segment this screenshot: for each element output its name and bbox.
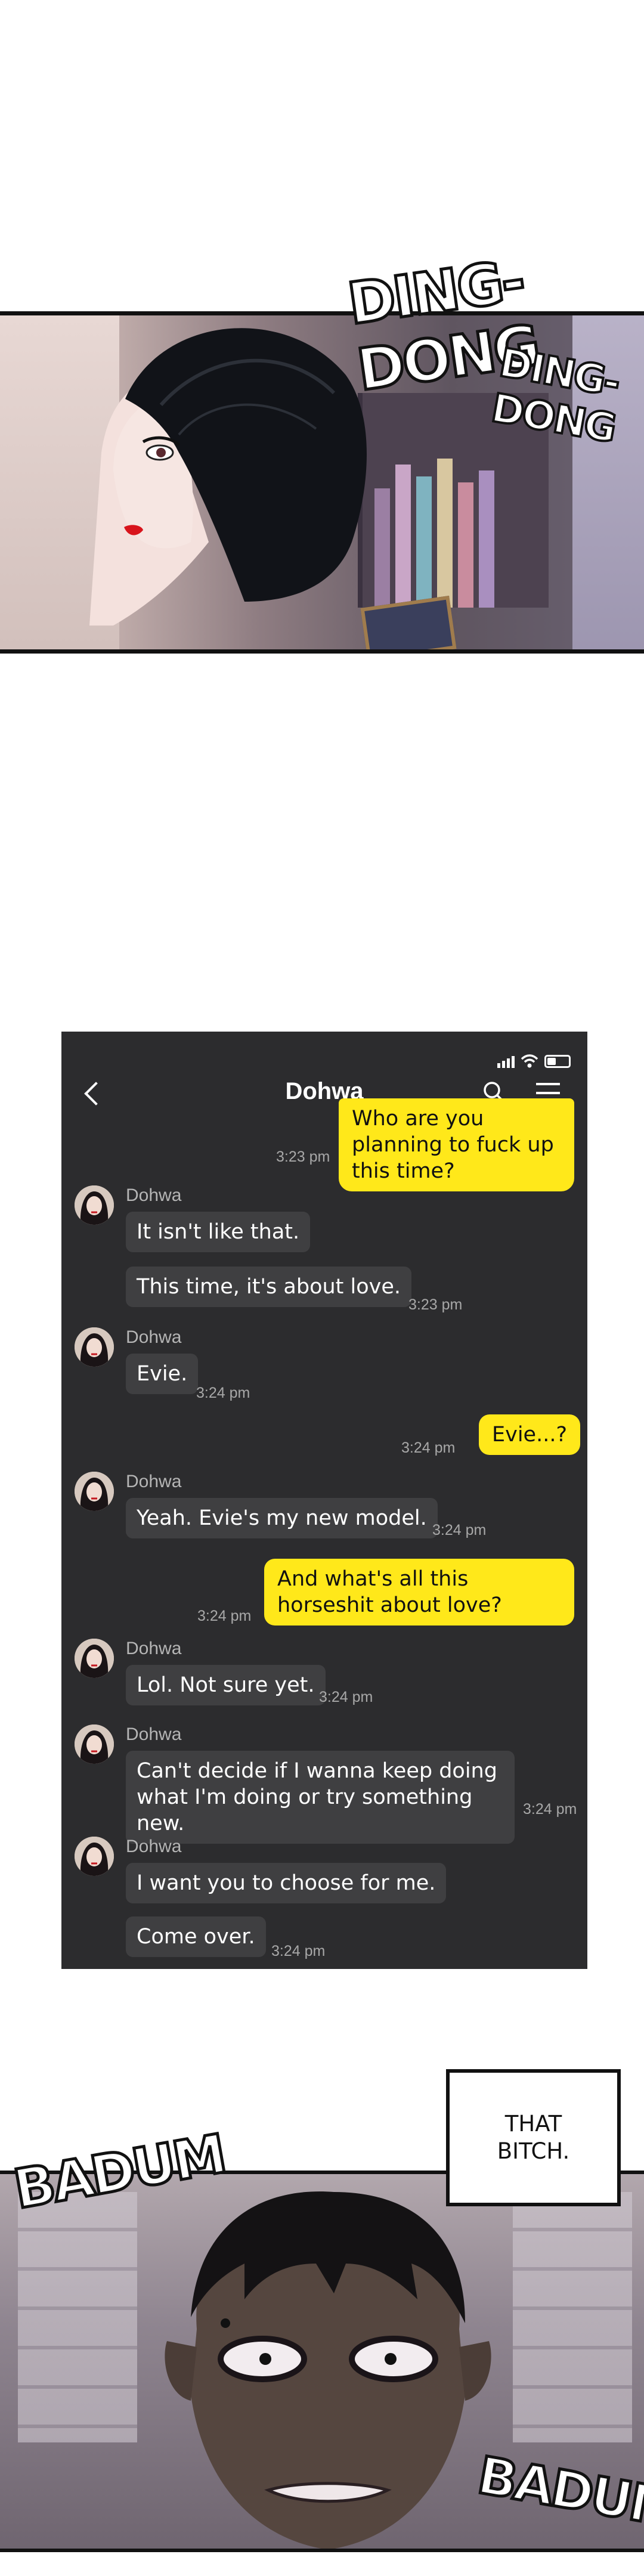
message-time: 3:24 pm	[271, 1943, 326, 1959]
chat-screen: Dohwa Who are you planning to fuck up th…	[61, 1032, 587, 1969]
message-bubble-incoming: This time, it's about love.	[126, 1267, 412, 1307]
man-face	[165, 2191, 491, 2549]
message-bubble-incoming: It isn't like that.	[126, 1212, 311, 1252]
caption-text: THAT BITCH.	[497, 2111, 570, 2164]
sender-name: Dohwa	[126, 1472, 182, 1491]
avatar[interactable]	[75, 1837, 114, 1876]
sender-name: Dohwa	[126, 1724, 182, 1744]
message-bubble-outgoing: Who are you planning to fuck up this tim…	[339, 1098, 574, 1191]
avatar[interactable]	[75, 1472, 114, 1511]
message-bubble-incoming: Evie.	[126, 1354, 199, 1394]
message-bubble-incoming: Can't decide if I wanna keep doing what …	[126, 1751, 515, 1844]
message-text: It isn't like that.	[137, 1220, 300, 1244]
signal-icon	[497, 1055, 515, 1068]
message-text: Lol. Not sure yet.	[137, 1673, 315, 1697]
message-bubble-outgoing: Evie...?	[479, 1414, 581, 1455]
message-text: And what's all this horseshit about love…	[277, 1567, 502, 1617]
avatar[interactable]	[75, 1724, 114, 1764]
battery-icon	[544, 1055, 571, 1068]
message-bubble-incoming: Yeah. Evie's my new model.	[126, 1498, 438, 1538]
woman-portrait	[89, 328, 367, 626]
sender-name: Dohwa	[126, 1837, 182, 1856]
message-time: 3:24 pm	[401, 1439, 456, 1456]
avatar[interactable]	[75, 1639, 114, 1678]
window-blinds	[513, 2192, 632, 2442]
message-time: 3:24 pm	[197, 1608, 252, 1624]
message-text: I want you to choose for me.	[137, 1871, 436, 1895]
message-text: Can't decide if I wanna keep doing what …	[137, 1759, 497, 1835]
message-text: This time, it's about love.	[137, 1275, 401, 1299]
message-bubble-incoming: I want you to choose for me.	[126, 1863, 447, 1903]
message-text: Evie...?	[492, 1423, 568, 1447]
message-text: Yeah. Evie's my new model.	[137, 1506, 427, 1530]
message-time: 3:23 pm	[408, 1296, 463, 1313]
caption-box: THAT BITCH.	[446, 2069, 621, 2206]
message-time: 3:24 pm	[432, 1522, 487, 1538]
message-text: Come over.	[137, 1925, 255, 1949]
window-blinds	[18, 2192, 137, 2442]
avatar[interactable]	[75, 1327, 114, 1367]
avatar[interactable]	[75, 1185, 114, 1225]
sender-name: Dohwa	[126, 1327, 182, 1347]
message-time: 3:24 pm	[196, 1385, 250, 1401]
message-text: Evie.	[137, 1362, 188, 1386]
wifi-icon	[521, 1054, 538, 1068]
sender-name: Dohwa	[126, 1639, 182, 1658]
status-bar	[497, 1054, 571, 1069]
message-time: 3:24 pm	[523, 1801, 577, 1818]
message-bubble-incoming: Come over.	[126, 1916, 266, 1957]
message-time: 3:23 pm	[276, 1148, 330, 1165]
sender-name: Dohwa	[126, 1185, 182, 1205]
message-time: 3:24 pm	[319, 1689, 373, 1705]
message-bubble-incoming: Lol. Not sure yet.	[126, 1665, 326, 1705]
message-text: Who are you planning to fuck up this tim…	[352, 1107, 554, 1183]
message-bubble-outgoing: And what's all this horseshit about love…	[264, 1559, 574, 1626]
